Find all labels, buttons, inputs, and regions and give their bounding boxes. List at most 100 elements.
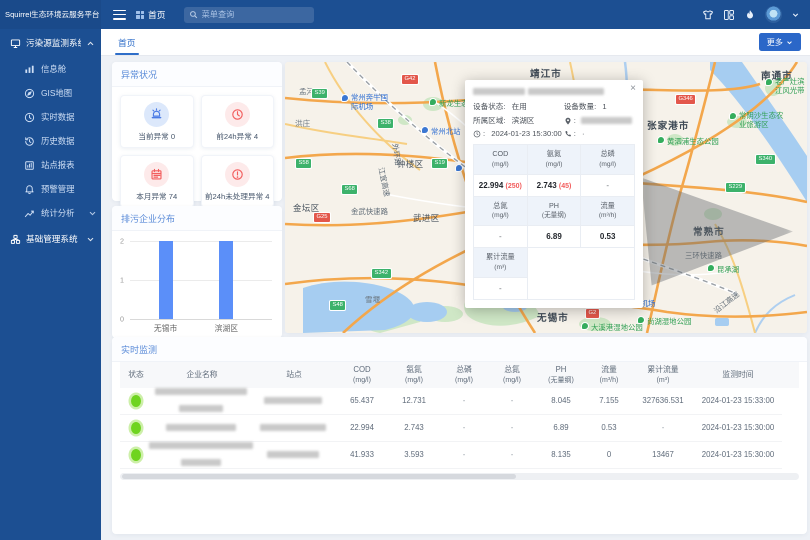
- table-cell: 0.53: [586, 415, 632, 442]
- green-poi-icon: [765, 78, 773, 86]
- sidebar-section-基础管理系统[interactable]: 基础管理系统: [0, 225, 101, 253]
- table-cell: 327636.531: [632, 388, 694, 415]
- table-cell: 7.155: [586, 388, 632, 415]
- abnormal-panel-title: 异常状况: [112, 62, 282, 87]
- column-header: 站点: [252, 362, 336, 388]
- metric-header: 总氮(mg/l): [474, 197, 528, 227]
- station-name-redacted: [252, 415, 336, 442]
- gridline: [130, 319, 272, 320]
- road-badge: S48: [329, 300, 346, 311]
- sidebar-item-预警管理[interactable]: 预警管理: [0, 177, 101, 201]
- table-row[interactable]: 41.9333.593--8.1350134672024-01-23 15:30…: [120, 442, 799, 469]
- sidebar-item-信息舱[interactable]: 信息舱: [0, 57, 101, 81]
- alert-circle-icon: [225, 162, 250, 187]
- sidebar-item-label: 统计分析: [41, 207, 75, 219]
- table-cell: 8.135: [536, 442, 586, 469]
- sidebar-item-label: 预警管理: [41, 183, 75, 195]
- table-cell: 12.731: [388, 388, 440, 415]
- road-badge: S19: [431, 158, 448, 169]
- sidebar: Squirrel生态环境云服务平台 污染源监测系统 信息舱 GIS地图 实时数据…: [0, 0, 101, 540]
- bell-icon: [24, 184, 35, 195]
- realtime-panel-title: 实时监测: [112, 337, 807, 362]
- green-poi-icon: [637, 316, 645, 324]
- chevron-up-icon: [86, 39, 95, 48]
- metric-header: COD(mg/l): [474, 145, 528, 175]
- table-cell: -: [632, 415, 694, 442]
- scrollbar-thumb[interactable]: [122, 474, 516, 479]
- abnormal-card[interactable]: 本月异常 74: [120, 155, 194, 208]
- chart-bar: [159, 241, 173, 319]
- history-icon: [24, 136, 35, 147]
- more-button[interactable]: 更多: [759, 33, 801, 51]
- menu-search: [184, 7, 314, 23]
- road-badge: S38: [377, 118, 394, 129]
- column-header: 总磷(mg/l): [440, 362, 488, 388]
- table-row[interactable]: 65.43712.731--8.0457.155327636.5312024-0…: [120, 388, 799, 415]
- theme-shirt-icon[interactable]: [702, 9, 714, 21]
- status-cell: [120, 442, 152, 469]
- metric-value: 0.53: [581, 226, 635, 248]
- gridline: [130, 280, 272, 281]
- table-cell: 2024-01-23 15:30:00: [694, 415, 782, 442]
- abnormal-card[interactable]: 当前异常 0: [120, 95, 194, 148]
- green-poi-icon: [581, 322, 589, 330]
- abnormal-card-label: 本月异常 74: [136, 191, 177, 202]
- horizontal-scrollbar[interactable]: [120, 473, 799, 480]
- chart-bar: [219, 241, 233, 319]
- sidebar-section-label: 污染源监测系统: [26, 37, 81, 49]
- table-cell: -: [488, 415, 536, 442]
- hamburger-menu-icon[interactable]: [113, 10, 126, 20]
- table-cell: -: [488, 442, 536, 469]
- table-cell: 2024-01-23 15:33:00: [694, 388, 782, 415]
- map-label: 雪堰: [365, 294, 380, 305]
- road-badge: G2: [585, 308, 600, 319]
- realtime-table: 状态企业名称站点COD(mg/l)氨氮(mg/l)总磷(mg/l)总氮(mg/l…: [112, 362, 807, 469]
- report-icon: [24, 160, 35, 171]
- abnormal-card-label: 前24h未处理异常 4: [205, 191, 270, 202]
- table-row[interactable]: 22.9942.743--6.890.53-2024-01-23 15:30:0…: [120, 415, 799, 442]
- avatar[interactable]: [765, 6, 782, 23]
- close-icon[interactable]: ×: [630, 84, 636, 94]
- column-header: 氨氮(mg/l): [388, 362, 440, 388]
- map-city-label: 靖江市: [530, 66, 562, 80]
- blue-poi-icon: [455, 164, 463, 172]
- sidebar-item-实时数据[interactable]: 实时数据: [0, 105, 101, 129]
- layout-icon[interactable]: [723, 9, 735, 21]
- chevron-down-icon: [86, 235, 95, 244]
- table-cell: -: [440, 442, 488, 469]
- map[interactable]: 靖江市南通市常州市无锡市常熟市张家港市钟楼区武进区金坛区孟河洪庄雪堰金武快速路三…: [285, 62, 807, 333]
- metric-value: -: [474, 226, 528, 248]
- sidebar-item-站点报表[interactable]: 站点报表: [0, 153, 101, 177]
- flame-icon[interactable]: [744, 9, 756, 21]
- calendar-icon: [144, 162, 169, 187]
- distribution-panel: 排污企业分布 012无锡市滨湖区: [112, 206, 282, 338]
- chevron-down-icon[interactable]: [791, 9, 800, 21]
- search-input[interactable]: [184, 7, 314, 23]
- sidebar-item-GIS地图[interactable]: GIS地图: [0, 81, 101, 105]
- status-cell: [120, 415, 152, 442]
- sidebar-item-统计分析[interactable]: 统计分析: [0, 201, 101, 225]
- tab-home[interactable]: 首页: [115, 29, 139, 55]
- company-name-redacted: [152, 388, 252, 415]
- realtime-panel: 实时监测 状态企业名称站点COD(mg/l)氨氮(mg/l)总磷(mg/l)总氮…: [112, 337, 807, 534]
- abnormal-card[interactable]: 前24h未处理异常 4: [201, 155, 275, 208]
- breadcrumb[interactable]: 首页: [136, 8, 166, 21]
- table-cell: 2.743: [388, 415, 440, 442]
- column-header: 流量(m³/h): [586, 362, 632, 388]
- popup-device-info: 设备状态: 在用 设备数量: 1 所属区域: 滨湖区 : : 2024-01-2…: [473, 101, 635, 138]
- table-cell: -: [488, 388, 536, 415]
- grid-icon: [136, 11, 144, 19]
- column-header: 监测时间: [694, 362, 782, 388]
- sidebar-item-label: 历史数据: [41, 135, 75, 147]
- tab-strip: 首页 更多: [101, 29, 810, 56]
- status-online-dot: [131, 422, 141, 434]
- sidebar-item-历史数据[interactable]: 历史数据: [0, 129, 101, 153]
- green-poi-icon: [707, 264, 715, 272]
- map-poi-label: 尚湖湿地公园: [637, 316, 691, 327]
- system-icon: [10, 234, 21, 245]
- abnormal-card[interactable]: 前24h异常 4: [201, 95, 275, 148]
- popup-metrics-table: COD(mg/l)氨氮(mg/l)总磷(mg/l)22.994 (250)2.7…: [473, 144, 635, 300]
- table-cell: 22.994: [336, 415, 388, 442]
- sidebar-section-污染源监测系统[interactable]: 污染源监测系统: [0, 29, 101, 57]
- popup-phone: ·: [582, 129, 585, 138]
